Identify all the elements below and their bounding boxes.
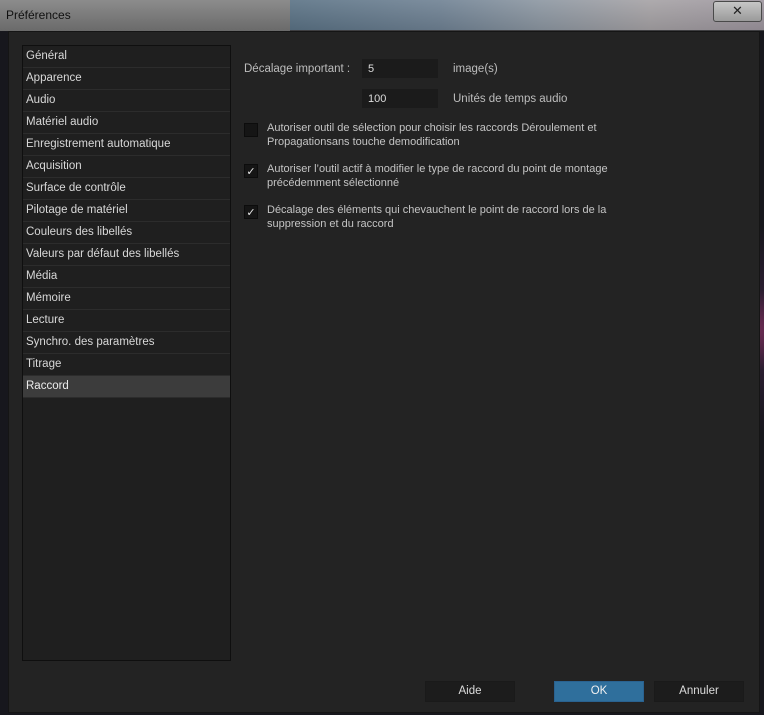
frames-offset-input[interactable]: 5 (362, 59, 438, 78)
option-selection-tool-row[interactable]: Autoriser outil de sélection pour choisi… (244, 122, 634, 149)
sidebar-item-titler[interactable]: Titrage (23, 354, 230, 376)
shift-clips-checkbox[interactable]: ✓ (244, 205, 258, 219)
sidebar-item-media[interactable]: Média (23, 266, 230, 288)
shift-clips-option-label: Décalage des éléments qui chevauchent le… (267, 204, 607, 230)
audio-offset-input[interactable]: 100 (362, 89, 438, 108)
selection-tool-option-label: Autoriser outil de sélection pour choisi… (267, 122, 597, 148)
title-bar[interactable]: Préférences ✕ (0, 0, 764, 31)
sidebar-item-device-control[interactable]: Pilotage de matériel (23, 200, 230, 222)
active-tool-option-label: Autoriser l’outil actif à modifier le ty… (267, 163, 608, 189)
sidebar-item-control-surface[interactable]: Surface de contrôle (23, 178, 230, 200)
checkmark-icon: ✓ (246, 205, 256, 219)
sidebar-item-label-colors[interactable]: Couleurs des libellés (23, 222, 230, 244)
help-button[interactable]: Aide (425, 681, 515, 702)
cancel-button[interactable]: Annuler (654, 681, 744, 702)
sidebar-item-label-defaults[interactable]: Valeurs par défaut des libellés (23, 244, 230, 266)
sidebar-item-appearance[interactable]: Apparence (23, 68, 230, 90)
large-trim-offset-label: Décalage important : (244, 63, 351, 75)
sidebar-item-memory[interactable]: Mémoire (23, 288, 230, 310)
preferences-dialog: Préférences ✕ Général Apparence Audio Ma… (0, 0, 764, 715)
option-active-tool-row[interactable]: ✓ Autoriser l’outil actif à modifier le … (244, 163, 634, 190)
sidebar-item-auto-save[interactable]: Enregistrement automatique (23, 134, 230, 156)
frames-unit-label: image(s) (453, 63, 498, 75)
preferences-category-list: Général Apparence Audio Matériel audio E… (22, 45, 231, 661)
window-title: Préférences (6, 8, 71, 22)
sidebar-item-trim[interactable]: Raccord (23, 376, 230, 398)
dialog-body: Général Apparence Audio Matériel audio E… (8, 31, 760, 713)
checkmark-icon: ✓ (246, 164, 256, 178)
ok-button[interactable]: OK (554, 681, 644, 702)
option-shift-clips-row[interactable]: ✓ Décalage des éléments qui chevauchent … (244, 204, 634, 231)
sidebar-item-sync-settings[interactable]: Synchro. des paramètres (23, 332, 230, 354)
sidebar-item-capture[interactable]: Acquisition (23, 156, 230, 178)
sidebar-item-general[interactable]: Général (23, 46, 230, 68)
close-button[interactable]: ✕ (713, 1, 762, 22)
sidebar-item-playback[interactable]: Lecture (23, 310, 230, 332)
sidebar-item-audio[interactable]: Audio (23, 90, 230, 112)
selection-tool-checkbox[interactable] (244, 123, 258, 137)
sidebar-item-audio-hardware[interactable]: Matériel audio (23, 112, 230, 134)
audio-unit-label: Unités de temps audio (453, 93, 568, 105)
active-tool-checkbox[interactable]: ✓ (244, 164, 258, 178)
close-icon: ✕ (732, 4, 743, 19)
